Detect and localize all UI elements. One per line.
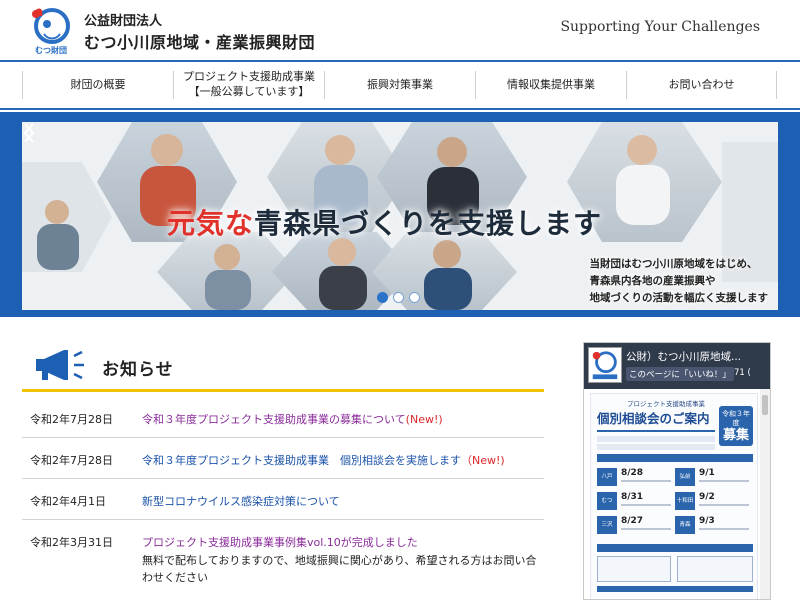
nav-item-contact[interactable]: お問い合わせ: [626, 71, 777, 99]
hero-slogan: 元気な青森県づくりを支援します: [167, 202, 602, 242]
flyer-text-block: [597, 444, 715, 450]
news-link[interactable]: 新型コロナウイルス感染症対策について: [142, 495, 340, 508]
flyer-title: 個別相談会のご案内: [597, 411, 710, 426]
flyer-area: 青森: [675, 516, 695, 534]
slide-indicators: [377, 292, 420, 303]
hero-description: 当財団はむつ小川原地域をはじめ、 青森県内各地の産業振興や 地域づくりの活動を幅…: [590, 256, 769, 306]
flyer-divider: [597, 430, 715, 432]
news-link[interactable]: 令和３年度プロジェクト支援助成事業 個別相談会を実施します（New!): [142, 454, 505, 467]
flyer-date: 8/31: [621, 492, 644, 502]
news-title: お知らせ: [102, 360, 174, 380]
flyer-area: 弘前: [675, 468, 695, 486]
chevron-right-icon[interactable]: [22, 122, 36, 144]
flyer-text-block: [597, 436, 715, 442]
nav-item-promotion[interactable]: 振興対策事業: [324, 71, 475, 99]
nav-item-project-grant[interactable]: プロジェクト支援助成事業 【一般公募しています】: [173, 70, 324, 99]
flyer-area: 八戸: [597, 468, 617, 486]
news-body: 令和３年度プロジェクト支援助成事業の募集について(New!): [142, 411, 544, 437]
flyer-footer-bar: [597, 586, 753, 592]
site-header: むつ財団 公益財団法人 むつ小川原地域・産業振興財団 Supporting Yo…: [0, 0, 800, 60]
news-new-badge: （New!): [461, 454, 505, 467]
flyer-section-header: [597, 544, 753, 552]
flyer-info-box: [597, 556, 671, 582]
flyer-detail-line: [621, 480, 671, 482]
flyer-detail-line: [621, 528, 671, 530]
slide-dot-3[interactable]: [409, 292, 420, 303]
flyer-area: むつ: [597, 492, 617, 510]
flyer-area: 三沢: [597, 516, 617, 534]
nav-item-about[interactable]: 財団の概要: [22, 71, 173, 99]
tagline: Supporting Your Challenges: [560, 19, 760, 35]
flyer-date: 8/27: [621, 516, 644, 526]
flyer-date: 9/2: [699, 492, 715, 502]
flyer-detail-line: [699, 504, 749, 506]
news-link[interactable]: 令和３年度プロジェクト支援助成事業の募集について(New!): [142, 413, 443, 426]
flyer-date: 9/3: [699, 516, 715, 526]
news-item: 令和2年7月28日 令和３年度プロジェクト支援助成事業の募集について(New!): [22, 398, 544, 438]
org-name[interactable]: むつ小川原地域・産業振興財団: [84, 29, 315, 53]
news-body: プロジェクト支援助成事業事例集vol.10が完成しました 無料で配布しております…: [142, 534, 544, 590]
facebook-post-flyer[interactable]: プロジェクト支援助成事業 個別相談会のご案内 令和３年度 募集 八戸 8/28 弘…: [590, 393, 758, 599]
news-date: 令和2年7月28日: [30, 454, 113, 467]
news-date: 令和2年7月28日: [30, 413, 113, 426]
flyer-area: 十和田: [675, 492, 695, 510]
foundation-logo[interactable]: むつ財団: [28, 4, 74, 56]
facebook-like-count: 71 (: [734, 368, 751, 378]
hero-slider[interactable]: 元気な青森県づくりを支援します 当財団はむつ小川原地域をはじめ、 青森県内各地の…: [22, 122, 778, 310]
nav-label: 財団の概要: [70, 77, 126, 91]
facebook-page-avatar[interactable]: [588, 347, 622, 383]
flyer-schedule-header: [597, 454, 753, 462]
slide-dot-1[interactable]: [377, 292, 388, 303]
hero-desc-line: 地域づくりの活動を幅広く支援します: [589, 291, 769, 304]
facebook-widget: 公財）むつ小川原地域... このページに「いいね！」 71 ( プロジェクト支援…: [583, 342, 771, 600]
nav-label: 情報収集提供事業: [507, 77, 595, 91]
facebook-page-name[interactable]: 公財）むつ小川原地域...: [626, 349, 741, 364]
news-item: 令和2年3月31日 プロジェクト支援助成事業事例集vol.10が完成しました 無…: [22, 520, 544, 590]
logo-caption: むつ財団: [35, 45, 67, 55]
slogan-accent: 元気な: [167, 207, 255, 240]
flyer-badge: 令和３年度 募集: [719, 406, 753, 446]
news-date: 令和2年4月1日: [30, 495, 106, 508]
org-type: 公益財団法人: [84, 14, 163, 29]
hero-desc-line: 青森県内各地の産業振興や: [589, 274, 716, 287]
flyer-detail-line: [699, 528, 749, 530]
flyer-schedule-row: 八戸 8/28 弘前 9/1: [597, 468, 753, 488]
flyer-detail-line: [621, 504, 671, 506]
flyer-schedule-row: 三沢 8/27 青森 9/3: [597, 516, 753, 536]
facebook-like-label: このページに「いいね！」: [629, 370, 731, 380]
facebook-header: 公財）むつ小川原地域... このページに「いいね！」 71 (: [584, 343, 770, 389]
flyer-date: 8/28: [621, 468, 644, 478]
slogan-rest: 青森県づくりを支援します: [254, 207, 603, 240]
news-body: 新型コロナウイルス感染症対策について: [142, 493, 544, 519]
nav-item-information[interactable]: 情報収集提供事業: [475, 71, 626, 99]
news-list: 令和2年7月28日 令和３年度プロジェクト支援助成事業の募集について(New!)…: [22, 398, 544, 590]
slide-dot-2[interactable]: [393, 292, 404, 303]
flyer-date: 9/1: [699, 468, 715, 478]
nav-label-sub: 【一般公募しています】: [188, 85, 310, 98]
news-date: 令和2年3月31日: [30, 536, 113, 549]
news-new-badge: (New!): [405, 413, 443, 426]
nav-label: プロジェクト支援助成事業: [183, 70, 315, 84]
main-nav: 財団の概要 プロジェクト支援助成事業 【一般公募しています】 振興対策事業 情報…: [0, 60, 800, 110]
flyer-detail-line: [699, 480, 749, 482]
news-header: お知らせ: [22, 340, 544, 392]
hero-desc-line: 当財団はむつ小川原地域をはじめ、: [589, 258, 758, 270]
facebook-like-button[interactable]: このページに「いいね！」: [626, 367, 734, 381]
megaphone-icon: [36, 350, 84, 380]
nav-label: 振興対策事業: [367, 77, 433, 91]
news-item: 令和2年7月28日 令和３年度プロジェクト支援助成事業 個別相談会を実施します（…: [22, 438, 544, 479]
news-body: 令和３年度プロジェクト支援助成事業 個別相談会を実施します（New!): [142, 452, 544, 478]
news-text: 無料で配布しておりますので、地域振興に関心があり、希望される方はお問い合わせくだ…: [142, 553, 537, 585]
facebook-scrollbar[interactable]: [760, 389, 770, 599]
scrollbar-thumb[interactable]: [762, 395, 768, 415]
flyer-info-box: [677, 556, 753, 582]
news-item: 令和2年4月1日 新型コロナウイルス感染症対策について: [22, 479, 544, 520]
nav-label: お問い合わせ: [668, 77, 735, 91]
flyer-schedule-row: むつ 8/31 十和田 9/2: [597, 492, 753, 512]
news-link[interactable]: プロジェクト支援助成事業事例集vol.10が完成しました: [142, 534, 544, 552]
